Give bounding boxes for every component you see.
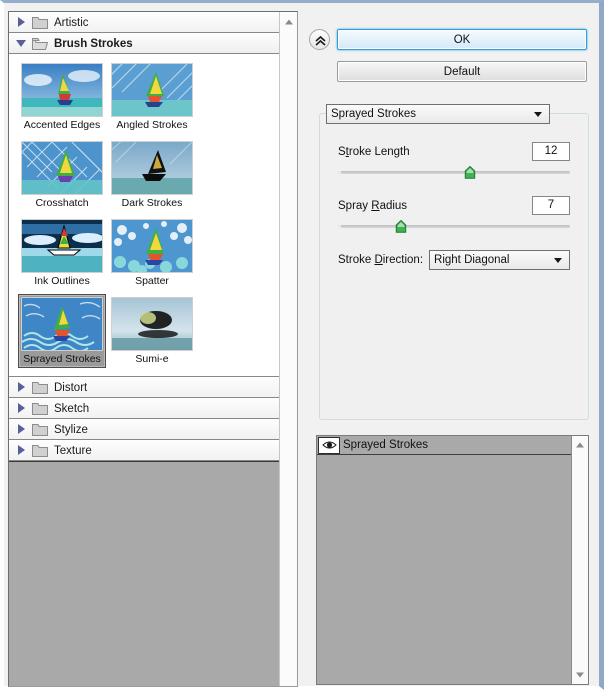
slider-handle[interactable] (395, 220, 406, 233)
folder-open-icon (32, 37, 48, 50)
filter-tree: Artistic Brush Strokes Accented Edges An… (9, 12, 279, 686)
filter-settings-panel: OK Default Stroke Length 12 Spray Radius… (304, 11, 595, 687)
tree-item-label: Stylize (54, 423, 88, 436)
list-item[interactable]: Sprayed Strokes (317, 436, 571, 455)
stroke-direction-row: Stroke Direction: Right Diagonal (338, 250, 570, 270)
eye-icon[interactable] (318, 436, 340, 454)
effect-layers-panel: Sprayed Strokes (316, 435, 589, 685)
thumbnail-preview-image (21, 63, 103, 117)
thumbnail-ink-outlines[interactable]: Ink Outlines (18, 216, 106, 290)
dialog-inner: Artistic Brush Strokes Accented Edges An… (4, 3, 599, 687)
thumbnail-preview-image (21, 141, 103, 195)
filter-gallery-dialog: Artistic Brush Strokes Accented Edges An… (0, 0, 604, 690)
effect-layers-list: Sprayed Strokes (317, 436, 571, 684)
tree-item-label: Artistic (54, 16, 89, 29)
triangle-right-icon[interactable] (16, 17, 27, 28)
triangle-right-icon[interactable] (16, 445, 27, 456)
ok-button[interactable]: OK (337, 29, 587, 50)
triangle-right-icon[interactable] (16, 424, 27, 435)
thumbnail-preview-image (111, 63, 193, 117)
stroke-direction-value: Right Diagonal (434, 254, 510, 266)
folder-icon (32, 444, 48, 457)
triangle-up-icon[interactable] (572, 437, 588, 453)
ok-button-label: OK (453, 33, 471, 46)
slider-track (338, 225, 570, 228)
chevron-down-icon (554, 257, 562, 263)
triangle-down-icon[interactable] (572, 667, 588, 683)
thumbnail-preview-image (21, 297, 103, 351)
slider-handle[interactable] (465, 166, 476, 179)
stroke-length-value[interactable]: 12 (532, 142, 570, 161)
folder-icon (32, 423, 48, 436)
tree-item-brush-strokes[interactable]: Brush Strokes (9, 33, 279, 54)
tree-item-sketch[interactable]: Sketch (9, 398, 279, 419)
thumbnail-label: Spatter (135, 275, 169, 287)
stroke-length-label: Stroke Length (338, 145, 410, 158)
folder-icon (32, 16, 48, 29)
triangle-right-icon[interactable] (16, 403, 27, 414)
thumbnail-preview-image (21, 219, 103, 273)
tree-empty-area (9, 461, 279, 686)
tree-item-label: Sketch (54, 402, 90, 415)
tree-item-label: Texture (54, 444, 92, 457)
thumbnail-accented-edges[interactable]: Accented Edges (18, 60, 106, 134)
spray-radius-value[interactable]: 7 (532, 196, 570, 215)
chevron-down-icon (534, 111, 542, 117)
thumbnail-label: Accented Edges (23, 119, 101, 131)
stroke-direction-label: Stroke Direction: (338, 254, 424, 266)
triangle-up-icon[interactable] (280, 14, 297, 29)
tree-item-label: Brush Strokes (54, 37, 133, 50)
settings-container: Stroke Length 12 Spray Radius 7 Stroke D… (319, 113, 589, 420)
thumbnail-dark-strokes[interactable]: Dark Strokes (108, 138, 196, 212)
layer-name-label: Sprayed Strokes (343, 439, 429, 451)
filter-browser-panel: Artistic Brush Strokes Accented Edges An… (8, 11, 298, 687)
triangle-down-icon[interactable] (16, 38, 27, 49)
thumbnail-label: Dark Strokes (121, 197, 183, 209)
spray-radius-slider[interactable] (338, 220, 570, 234)
thumbnail-preview-image (111, 219, 193, 273)
stroke-direction-select[interactable]: Right Diagonal (429, 250, 570, 270)
slider-track (338, 171, 570, 174)
tree-item-distort[interactable]: Distort (9, 377, 279, 398)
default-button[interactable]: Default (337, 61, 587, 82)
thumbnail-angled-strokes[interactable]: Angled Strokes (108, 60, 196, 134)
thumbnail-preview-image (111, 297, 193, 351)
thumbnail-label: Crosshatch (35, 197, 89, 209)
thumbnail-label: Sprayed Strokes (23, 353, 101, 365)
spray-radius-label: Spray Radius (338, 199, 408, 212)
stroke-length-slider[interactable] (338, 166, 570, 180)
spray-radius-row: Spray Radius 7 (338, 196, 570, 215)
triangle-right-icon[interactable] (16, 382, 27, 393)
effect-layers-scrollbar[interactable] (571, 436, 588, 684)
default-button-label: Default (443, 65, 481, 78)
tree-item-stylize[interactable]: Stylize (9, 419, 279, 440)
filter-name-select[interactable]: Sprayed Strokes (326, 104, 550, 124)
tree-item-artistic[interactable]: Artistic (9, 12, 279, 33)
stroke-length-row: Stroke Length 12 (338, 142, 570, 161)
folder-icon (32, 381, 48, 394)
thumbnail-preview-image (111, 141, 193, 195)
filter-name-value: Sprayed Strokes (331, 108, 417, 120)
thumbnail-sprayed-strokes[interactable]: Sprayed Strokes (18, 294, 106, 368)
folder-icon (32, 402, 48, 415)
thumbnail-label: Ink Outlines (34, 275, 90, 287)
thumbnail-spatter[interactable]: Spatter (108, 216, 196, 290)
tree-item-label: Distort (54, 381, 88, 394)
thumbnail-crosshatch[interactable]: Crosshatch (18, 138, 106, 212)
double-chevron-up-icon[interactable] (309, 29, 330, 50)
thumbnail-sumi-e[interactable]: Sumi-e (108, 294, 196, 368)
filter-tree-scrollbar[interactable] (279, 12, 297, 686)
tree-item-texture[interactable]: Texture (9, 440, 279, 461)
thumbnail-label: Sumi-e (135, 353, 169, 365)
thumbnail-label: Angled Strokes (116, 119, 188, 131)
filter-thumbnail-grid: Accented Edges Angled Strokes Crosshatch… (9, 54, 279, 377)
